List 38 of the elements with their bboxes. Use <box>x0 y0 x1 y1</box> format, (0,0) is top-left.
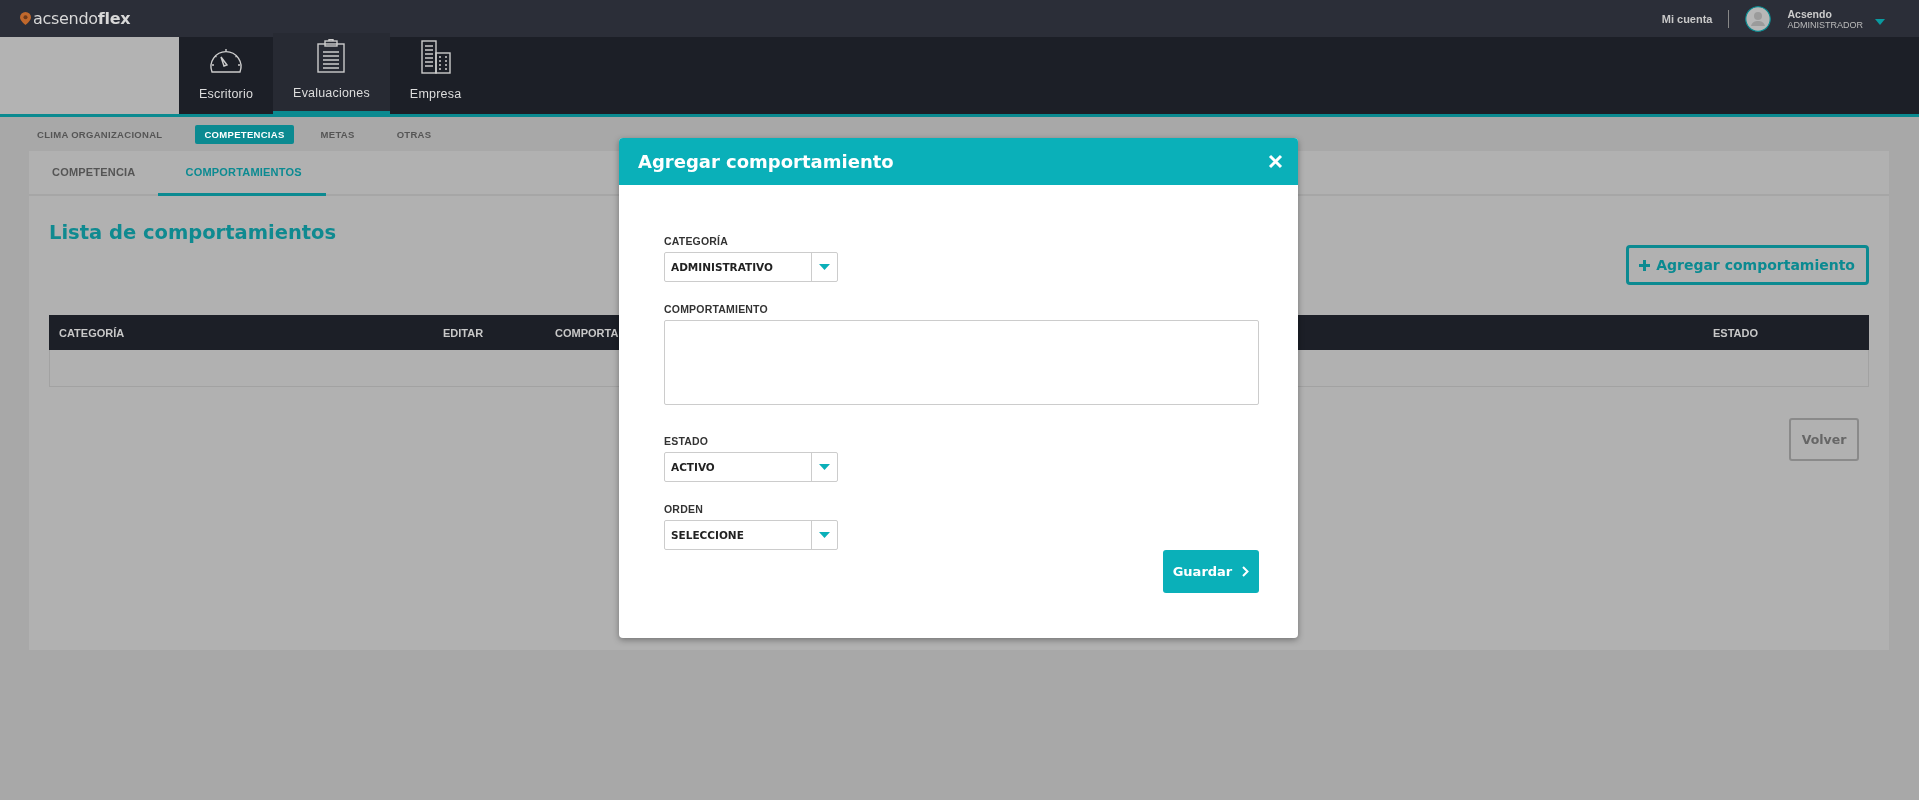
caret-icon <box>819 532 830 538</box>
back-button[interactable]: Volver <box>1789 418 1859 461</box>
select-field[interactable]: ACTIVO <box>664 452 838 482</box>
save-button[interactable]: Guardar <box>1163 550 1259 593</box>
user-name: Acsendo <box>1787 7 1833 20</box>
close-icon[interactable] <box>1268 154 1283 169</box>
field-label: ORDEN <box>664 503 703 515</box>
column-header: COMPORTA <box>555 326 619 339</box>
column-header: CATEGORÍA <box>59 326 125 339</box>
subnav-link[interactable]: OTRAS <box>387 124 441 144</box>
brand-logo-text[interactable]: acsendoflex <box>33 9 131 28</box>
chevron-icon <box>1242 566 1250 577</box>
field-label: CATEGORÍA <box>664 235 729 247</box>
caret-icon[interactable] <box>1875 18 1885 25</box>
field-label: ESTADO <box>664 435 709 447</box>
module-tab[interactable]: Escritorio <box>179 37 274 114</box>
subnav-link[interactable]: COMPETENCIAS <box>195 124 294 144</box>
dialog-title: Agregar comportamiento <box>638 151 895 172</box>
column-header: ESTADO <box>1713 326 1759 339</box>
user-role: ADMINISTRADOR <box>1787 19 1863 30</box>
pin-logo-icon <box>20 12 31 25</box>
page-title: Lista de comportamientos <box>49 221 337 245</box>
module-tab[interactable]: Evaluaciones <box>273 33 390 114</box>
field-label: COMPORTAMIENTO <box>664 303 768 315</box>
module-tab[interactable]: Empresa <box>389 37 482 114</box>
select-field[interactable]: SELECCIONE <box>664 520 838 550</box>
column-header: EDITAR <box>443 326 484 339</box>
plus-icon <box>1639 259 1651 271</box>
subnav-link[interactable]: METAS <box>311 124 364 144</box>
caret-icon <box>819 464 830 470</box>
avatar-icon[interactable] <box>1745 5 1772 32</box>
clipboard-icon <box>317 39 346 73</box>
subnav-link[interactable]: CLIMA ORGANIZACIONAL <box>28 124 172 144</box>
page-tab[interactable]: COMPETENCIA <box>29 151 159 196</box>
building-icon <box>420 40 451 74</box>
select-field[interactable]: ADMINISTRATIVO <box>664 252 838 282</box>
account-link[interactable]: Mi cuenta <box>1661 12 1713 25</box>
caret-icon <box>819 264 830 270</box>
